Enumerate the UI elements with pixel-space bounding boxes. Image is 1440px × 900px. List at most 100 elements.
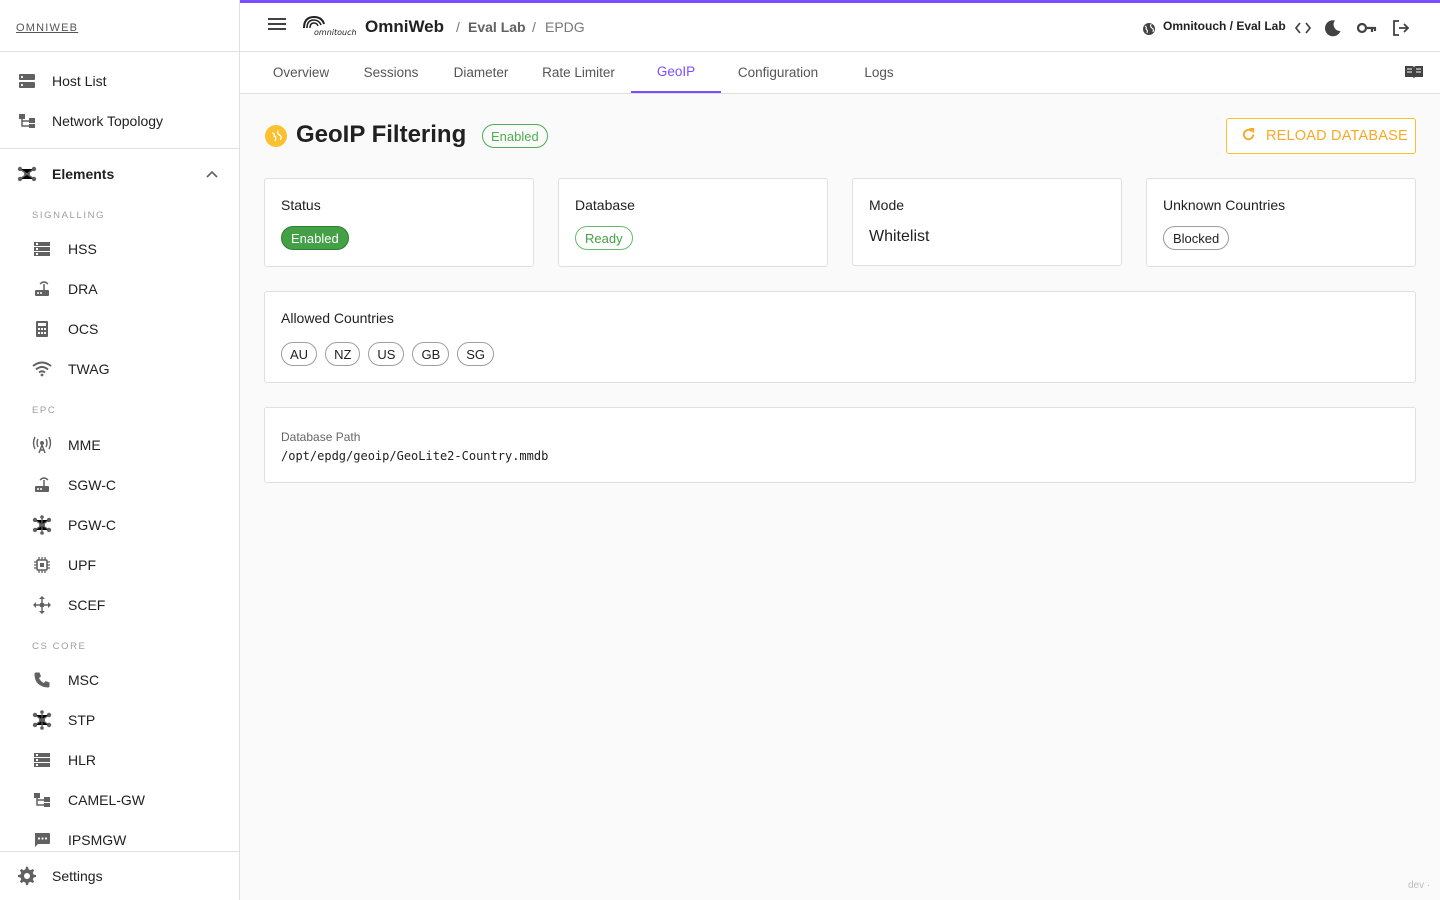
card-title: Database: [575, 197, 635, 213]
sidebar-item-label: Host List: [52, 73, 107, 89]
card-title: Status: [281, 197, 321, 213]
section-label-signalling: SIGNALLING: [32, 210, 106, 221]
sidebar-item-host-list[interactable]: Host List: [0, 61, 239, 101]
allowed-countries-card: Allowed Countries AU NZ US GB SG: [264, 291, 1416, 383]
sidebar-item-label: TWAG: [68, 361, 110, 377]
sidebar-item-label: SCEF: [68, 597, 106, 613]
sidebar-item-label: MME: [68, 437, 101, 453]
sidebar-item-camel-gw[interactable]: CAMEL-GW: [0, 780, 239, 820]
sidebar-item-ipsmgw[interactable]: IPSMGW: [0, 820, 239, 860]
router-icon: [31, 474, 53, 496]
unknown-countries-chip: Blocked: [1163, 226, 1230, 250]
sidebar-item-pgw-c[interactable]: PGW-C: [0, 505, 239, 545]
dark-mode-icon[interactable]: [1322, 17, 1344, 39]
sidebar-item-label: Network Topology: [52, 113, 164, 129]
phone-icon: [31, 669, 53, 691]
tab-logs[interactable]: Logs: [839, 52, 919, 93]
sidebar-item-label: CAMEL-GW: [68, 792, 145, 808]
sidebar-group-elements[interactable]: Elements: [0, 154, 239, 194]
country-chip: NZ: [325, 342, 361, 366]
sidebar-item-upf[interactable]: UPF: [0, 545, 239, 585]
sidebar-item-ocs[interactable]: OCS: [0, 309, 239, 349]
brand[interactable]: OMNIWEB: [0, 0, 239, 52]
page-title: GeoIP Filtering: [296, 121, 467, 148]
gear-icon: [16, 865, 38, 887]
card-title: Allowed Countries: [281, 310, 394, 326]
breadcrumb-separator: /: [456, 19, 460, 35]
mode-card: Mode Whitelist: [852, 178, 1122, 266]
status-chip: Enabled: [281, 226, 349, 250]
sms-icon: [31, 829, 53, 851]
antenna-icon: [31, 434, 53, 456]
router-icon: [31, 278, 53, 300]
hub-icon: [31, 709, 53, 731]
status-badge: Enabled: [482, 124, 548, 148]
reload-database-button[interactable]: RELOAD DATABASE: [1226, 118, 1416, 154]
section-label-cs-core: CS CORE: [32, 641, 87, 652]
sidebar-group-label: Elements: [52, 166, 115, 182]
hub-icon: [31, 514, 53, 536]
sidebar-item-scef[interactable]: SCEF: [0, 585, 239, 625]
globe-icon: [1139, 19, 1159, 39]
tab-overview[interactable]: Overview: [256, 52, 346, 93]
unknown-countries-card: Unknown Countries Blocked: [1146, 178, 1416, 267]
sidebar-item-label: SGW-C: [68, 477, 116, 493]
code-icon[interactable]: [1292, 17, 1314, 39]
chip-icon: [31, 554, 53, 576]
sidebar-item-msc[interactable]: MSC: [0, 660, 239, 700]
sidebar-item-dra[interactable]: DRA: [0, 269, 239, 309]
country-chip: US: [368, 342, 405, 366]
tab-configuration[interactable]: Configuration: [728, 52, 828, 93]
storage-icon: [31, 749, 53, 771]
sidebar-item-twag[interactable]: TWAG: [0, 349, 239, 389]
chevron-up-icon[interactable]: [206, 165, 218, 183]
tab-geoip[interactable]: GeoIP: [631, 52, 721, 93]
country-chip-list: AU NZ US GB SG: [281, 342, 495, 366]
card-title: Mode: [869, 197, 905, 213]
wifi-icon: [31, 358, 53, 380]
top-bar: omnitouch OmniWeb / Eval Lab / EPDG Omni…: [240, 0, 1440, 52]
key-icon[interactable]: [1356, 17, 1378, 39]
reload-database-label: RELOAD DATABASE: [1266, 128, 1408, 144]
breadcrumb-epdg: EPDG: [545, 19, 585, 35]
card-title: Unknown Countries: [1163, 197, 1286, 213]
tenant-name[interactable]: Omnitouch / Eval Lab: [1163, 19, 1286, 33]
divider: [0, 148, 239, 149]
country-chip: SG: [457, 342, 495, 366]
menu-icon[interactable]: [268, 17, 286, 36]
sidebar-item-hss[interactable]: HSS: [0, 229, 239, 269]
logo-text: omnitouch: [314, 28, 357, 37]
tab-rate-limiter[interactable]: Rate Limiter: [530, 52, 627, 93]
sidebar-item-mme[interactable]: MME: [0, 425, 239, 465]
tab-diameter[interactable]: Diameter: [441, 52, 521, 93]
database-card: Database Ready: [558, 178, 828, 267]
book-icon[interactable]: [1404, 64, 1424, 85]
sidebar: OMNIWEB Host List Network Topology Eleme…: [0, 0, 240, 900]
brand-name[interactable]: OMNIWEB: [16, 22, 78, 34]
breadcrumb-eval-lab[interactable]: Eval Lab: [468, 19, 526, 35]
sidebar-item-label: IPSMGW: [68, 832, 127, 848]
logout-icon[interactable]: [1390, 17, 1412, 39]
server-list-icon: [16, 70, 38, 92]
sidebar-item-label: DRA: [68, 281, 98, 297]
divider: [0, 851, 239, 852]
sidebar-item-stp[interactable]: STP: [0, 700, 239, 740]
arrows-icon: [31, 594, 53, 616]
storage-icon: [31, 238, 53, 260]
database-path-card: Database Path /opt/epdg/geoip/GeoLite2-C…: [264, 407, 1416, 483]
sidebar-item-label: OCS: [68, 321, 99, 337]
tab-sessions[interactable]: Sessions: [351, 52, 431, 93]
sidebar-item-hlr[interactable]: HLR: [0, 740, 239, 780]
topology-icon: [31, 789, 53, 811]
billing-icon: [31, 318, 53, 340]
app-name: OmniWeb: [365, 17, 445, 36]
section-label-epc: EPC: [32, 405, 57, 416]
sidebar-item-label: HLR: [68, 752, 97, 768]
sidebar-item-settings[interactable]: Settings: [0, 856, 239, 896]
database-path-value: /opt/epdg/geoip/GeoLite2-Country.mmdb: [281, 449, 549, 463]
sidebar-item-label: HSS: [68, 241, 97, 257]
sidebar-item-label: STP: [68, 712, 96, 728]
sidebar-item-network-topology[interactable]: Network Topology: [0, 101, 239, 141]
database-status-chip: Ready: [575, 226, 633, 250]
sidebar-item-sgw-c[interactable]: SGW-C: [0, 465, 239, 505]
